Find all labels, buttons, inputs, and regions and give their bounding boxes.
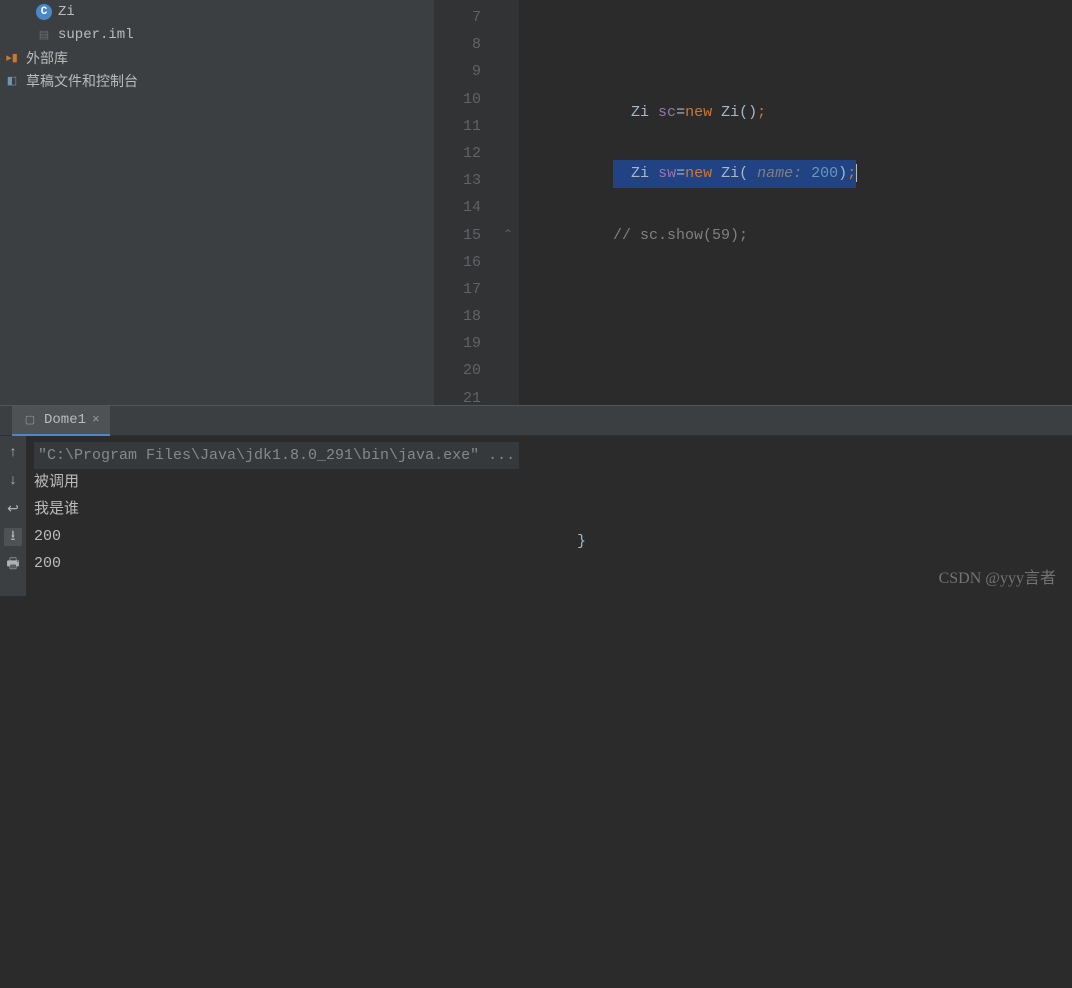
tree-item-file-iml[interactable]: ▤ super.iml	[0, 23, 434, 46]
up-stack-icon[interactable]: ↑	[4, 444, 22, 462]
watermark: CSDN @yyy言者	[939, 564, 1056, 588]
fold-end-icon[interactable]: ⌃	[503, 227, 515, 241]
soft-wrap-icon[interactable]: ↩	[4, 500, 22, 518]
code-editor[interactable]: Zi sc=new Zi(); Zi sw=new Zi( name: 200)…	[519, 0, 1072, 405]
library-icon: ▸▮	[4, 50, 20, 66]
tree-label: 外部库	[26, 48, 68, 68]
code-line-16[interactable]	[519, 589, 1072, 616]
code-line-9[interactable]: Zi sw=new Zi( name: 200);	[519, 160, 1072, 187]
code-line-17[interactable]	[519, 650, 1072, 677]
line-number[interactable]: 9	[435, 58, 481, 85]
print-icon[interactable]: 🖶	[4, 556, 22, 574]
code-line-8[interactable]: Zi sc=new Zi();	[519, 99, 1072, 126]
tree-label: super.iml	[58, 27, 134, 43]
code-line-18[interactable]	[519, 711, 1072, 738]
tree-item-class-zi[interactable]: C Zi	[0, 0, 434, 23]
line-number[interactable]: 18	[435, 303, 481, 330]
line-number[interactable]: 10	[435, 86, 481, 113]
fold-column: ⌃	[503, 0, 519, 405]
line-number[interactable]: 8	[435, 31, 481, 58]
code-line-14[interactable]	[519, 466, 1072, 493]
class-icon: C	[36, 4, 52, 20]
line-number[interactable]: 11	[435, 113, 481, 140]
tree-label: 草稿文件和控制台	[26, 71, 138, 91]
code-line-10[interactable]: // sc.show(59);	[519, 222, 1072, 249]
run-tab-label: Dome1	[44, 412, 86, 428]
run-tab[interactable]: ▢ Dome1 ×	[12, 406, 110, 436]
console-toolbar: ↑ ↓ ↩ ⭳ 🖶	[0, 436, 26, 596]
line-number[interactable]: 20	[435, 357, 481, 384]
editor-caret	[856, 164, 857, 182]
code-line-11[interactable]	[519, 283, 1072, 310]
scroll-end-icon[interactable]: ⭳	[4, 528, 22, 546]
tree-item-external-libs[interactable]: ▸▮ 外部库	[0, 46, 434, 69]
scratch-icon: ◧	[4, 73, 20, 89]
tree-item-scratches[interactable]: ◧ 草稿文件和控制台	[0, 69, 434, 92]
tree-label: Zi	[58, 4, 75, 20]
line-number[interactable]: 17	[435, 276, 481, 303]
down-stack-icon[interactable]: ↓	[4, 472, 22, 490]
project-tree[interactable]: C Zi ▤ super.iml ▸▮ 外部库 ◧ 草稿文件和控制台	[0, 0, 435, 405]
line-number[interactable]: 7	[435, 4, 481, 31]
line-number[interactable]: 14	[435, 194, 481, 221]
line-number[interactable]: 13	[435, 167, 481, 194]
code-line-7[interactable]	[519, 38, 1072, 65]
code-line-13[interactable]	[519, 405, 1072, 432]
code-line-20[interactable]	[519, 833, 1072, 860]
line-number[interactable]: 16	[435, 249, 481, 276]
code-line-12[interactable]	[519, 344, 1072, 371]
line-number[interactable]: 12	[435, 140, 481, 167]
code-line-21[interactable]	[519, 895, 1072, 922]
file-icon: ▤	[36, 27, 52, 43]
run-config-icon: ▢	[22, 412, 38, 428]
close-icon[interactable]: ×	[92, 412, 100, 427]
line-number[interactable]: 19	[435, 330, 481, 357]
code-line-15[interactable]: }	[519, 528, 1072, 555]
line-number[interactable]: 15	[435, 222, 481, 249]
line-number-gutter: 789101112131415161718192021	[435, 0, 503, 405]
code-line-19[interactable]	[519, 772, 1072, 799]
